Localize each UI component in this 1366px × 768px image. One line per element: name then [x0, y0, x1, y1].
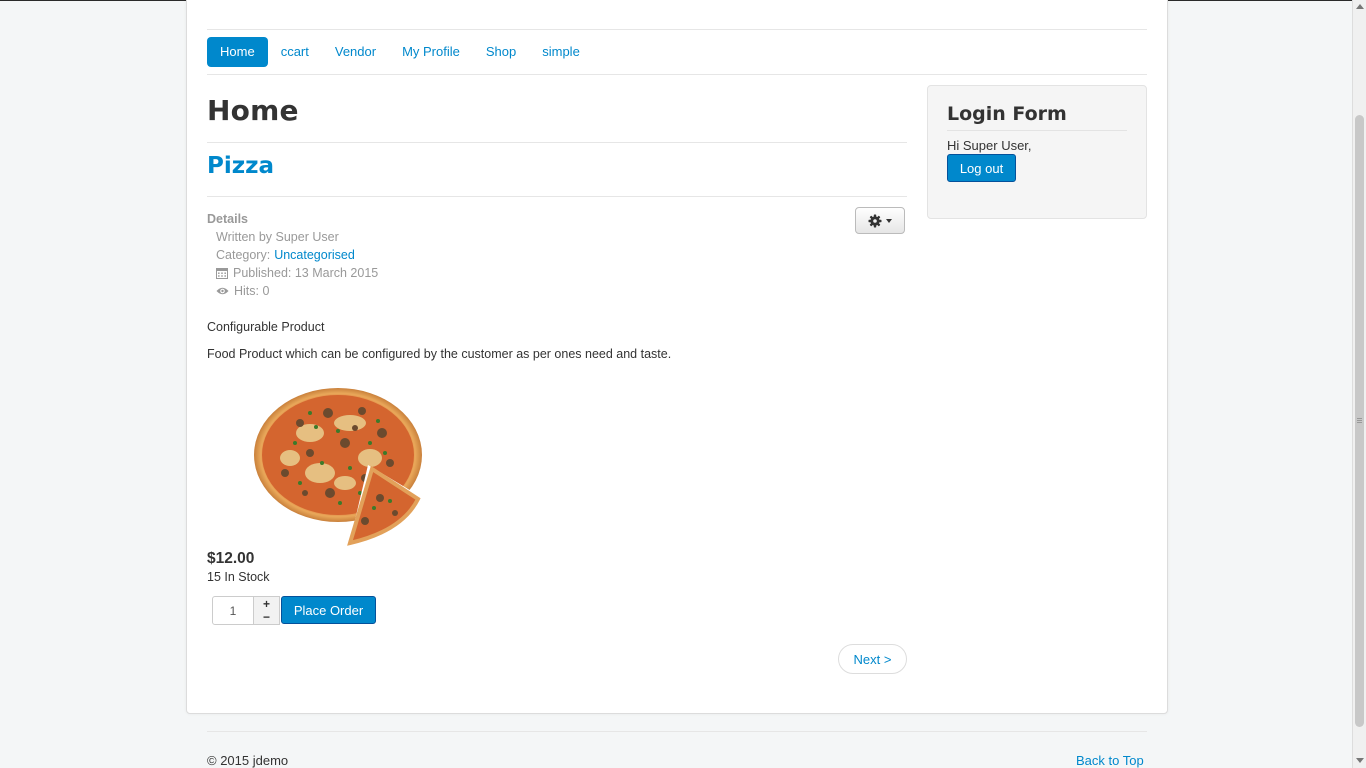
scroll-down-arrow[interactable] — [1356, 758, 1364, 763]
footer-copyright: © 2015 jdemo — [207, 753, 289, 768]
logout-button[interactable]: Log out — [947, 154, 1016, 182]
published-date: Published: 13 March 2015 — [233, 266, 379, 280]
nav-item-vendor[interactable]: Vendor — [322, 37, 389, 67]
divider — [207, 196, 907, 197]
stock-status: 15 In Stock — [207, 570, 270, 584]
nav-item-ccart[interactable]: ccart — [268, 37, 322, 67]
scrollbar-thumb[interactable] — [1355, 115, 1364, 727]
scroll-grip — [1357, 422, 1362, 423]
nav-item-shop[interactable]: Shop — [473, 37, 529, 67]
nav-item-my-profile[interactable]: My Profile — [389, 37, 473, 67]
quantity-input[interactable] — [212, 596, 254, 625]
place-order-button[interactable]: Place Order — [281, 596, 376, 624]
nav-item-simple[interactable]: simple — [529, 37, 593, 67]
back-to-top-link[interactable]: Back to Top — [1076, 753, 1144, 768]
published-info: Published: 13 March 2015 — [216, 266, 378, 280]
page-title: Home — [207, 94, 299, 127]
product-subtitle: Configurable Product — [207, 320, 325, 334]
details-heading: Details — [207, 212, 248, 226]
divider — [207, 731, 1147, 732]
author-text: Written by Super User — [216, 230, 339, 244]
login-form-title: Login Form — [947, 103, 1067, 125]
scroll-up-arrow[interactable] — [1356, 4, 1364, 9]
gear-icon — [868, 214, 882, 227]
product-price: $12.00 — [207, 550, 255, 567]
chevron-down-icon — [886, 218, 892, 223]
scroll-grip — [1357, 420, 1362, 421]
eye-icon — [216, 287, 229, 295]
calendar-icon — [216, 268, 228, 279]
nav-item-home[interactable]: Home — [207, 37, 268, 67]
article-tools-button[interactable] — [855, 207, 905, 234]
author-info: Written by Super User — [216, 230, 339, 244]
pizza-image — [250, 383, 430, 548]
decrement-button[interactable]: − — [254, 611, 279, 625]
hits-count: Hits: 0 — [234, 284, 270, 298]
article-title-link[interactable]: Pizza — [207, 153, 274, 179]
hits-info: Hits: 0 — [216, 284, 269, 298]
quantity-stepper[interactable]: + − — [254, 596, 280, 625]
main-nav: Home ccart Vendor My Profile Shop simple — [207, 37, 593, 67]
divider — [207, 142, 907, 143]
category-link[interactable]: Uncategorised — [274, 248, 355, 262]
divider — [207, 29, 1147, 30]
category-prefix: Category: — [216, 248, 271, 262]
vertical-scrollbar[interactable] — [1352, 0, 1366, 768]
category-info: Category: Uncategorised — [216, 248, 355, 262]
divider — [207, 74, 1147, 75]
product-description: Food Product which can be configured by … — [207, 347, 672, 361]
user-greeting: Hi Super User, — [947, 138, 1032, 153]
divider — [947, 130, 1127, 131]
increment-button[interactable]: + — [254, 597, 279, 611]
scroll-grip — [1357, 418, 1362, 419]
next-page-button[interactable]: Next > — [838, 644, 907, 674]
